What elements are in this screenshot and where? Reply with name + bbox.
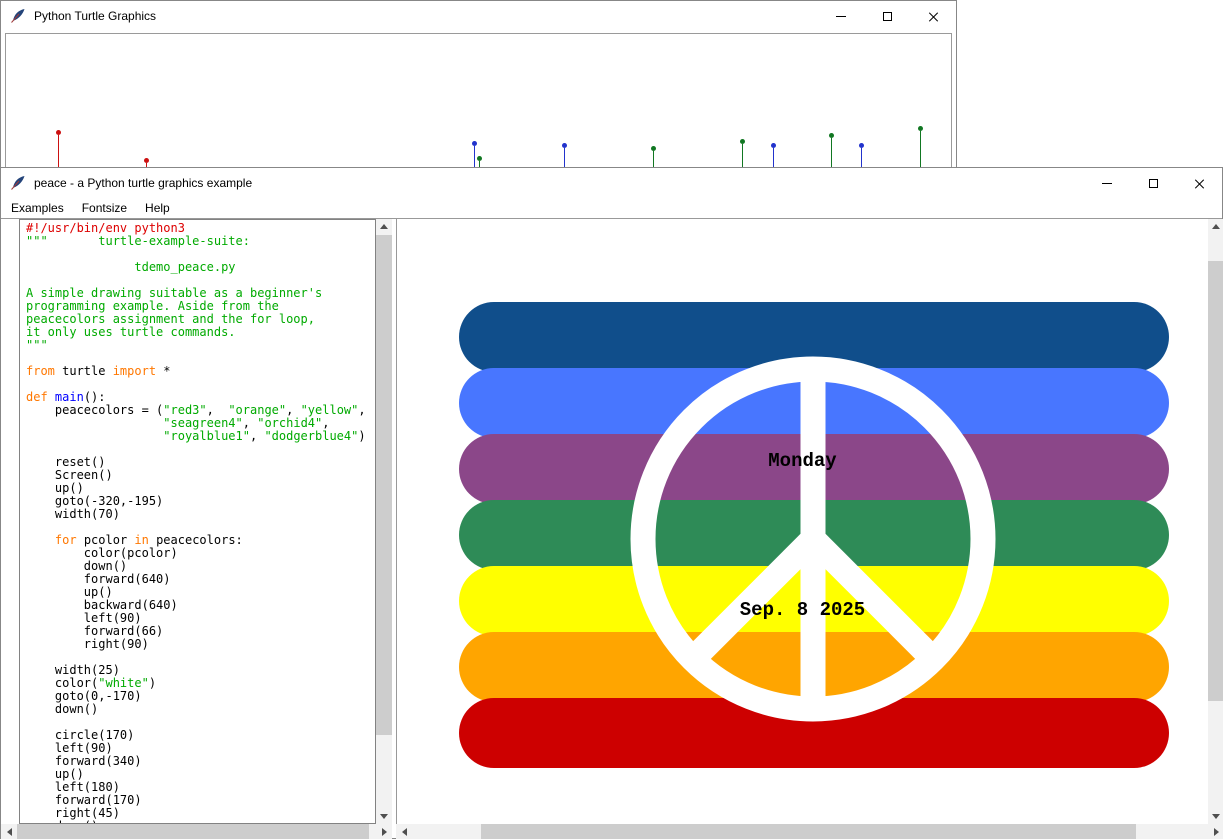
scroll-down-button[interactable] (1208, 809, 1223, 824)
minimize-icon (1102, 183, 1112, 184)
arrow-down-icon (1212, 814, 1220, 819)
arrow-left-icon (402, 828, 407, 836)
fg-close-button[interactable] (1176, 168, 1222, 198)
scroll-left-button[interactable] (396, 824, 412, 839)
menu-fontsize[interactable]: Fontsize (74, 199, 137, 218)
scroll-down-button[interactable] (376, 809, 392, 824)
demo-content: #!/usr/bin/env python3""" turtle-example… (1, 218, 1222, 838)
arrow-up-icon (1212, 224, 1220, 229)
code-line: right(90) (26, 638, 375, 651)
scroll-left-button[interactable] (1, 824, 17, 839)
arrow-right-icon (1214, 828, 1219, 836)
scroll-up-button[interactable] (376, 219, 392, 234)
minimize-icon (836, 16, 846, 17)
code-horizontal-scrollbar[interactable] (1, 824, 392, 839)
maximize-icon (1149, 179, 1158, 188)
bg-window-controls (818, 1, 956, 31)
code-line: "royalblue1", "dodgerblue4") (26, 430, 375, 443)
scroll-up-button[interactable] (1208, 219, 1223, 234)
scrollbar-thumb[interactable] (376, 235, 392, 735)
fg-maximize-button[interactable] (1130, 168, 1176, 198)
bg-maximize-button[interactable] (864, 1, 910, 31)
scrollbar-thumb[interactable] (1208, 261, 1223, 701)
maximize-icon (883, 12, 892, 21)
code-viewer[interactable]: #!/usr/bin/env python3""" turtle-example… (19, 219, 376, 824)
date-label: Sep. 8 2025 (397, 599, 1208, 621)
code-line: tdemo_peace.py (26, 261, 375, 274)
code-text: #!/usr/bin/env python3""" turtle-example… (20, 220, 375, 824)
bg-minimize-button[interactable] (818, 1, 864, 31)
bg-titlebar: Python Turtle Graphics (1, 1, 956, 31)
arrow-down-icon (380, 814, 388, 819)
menubar: Examples Fontsize Help (1, 198, 1222, 218)
tk-feather-icon (10, 8, 26, 24)
canvas-vertical-scrollbar[interactable] (1208, 219, 1223, 824)
arrow-up-icon (380, 224, 388, 229)
peace-window: peace - a Python turtle graphics example… (0, 167, 1223, 839)
scrollbar-thumb[interactable] (481, 824, 1136, 839)
arrow-left-icon (7, 828, 12, 836)
turtle-figure (920, 126, 923, 173)
fg-titlebar: peace - a Python turtle graphics example (1, 168, 1222, 198)
code-line: """ (26, 339, 375, 352)
menu-help[interactable]: Help (137, 199, 180, 218)
code-vertical-scrollbar[interactable] (376, 219, 392, 824)
code-line: it only uses turtle commands. (26, 326, 375, 339)
peace-symbol (397, 219, 1208, 824)
close-icon (1194, 178, 1205, 189)
bg-close-button[interactable] (910, 1, 956, 31)
scroll-right-button[interactable] (1208, 824, 1223, 839)
menu-examples[interactable]: Examples (3, 199, 74, 218)
peace-drawing-canvas[interactable]: Monday Sep. 8 2025 (396, 219, 1208, 824)
code-line: from turtle import * (26, 365, 375, 378)
arrow-right-icon (382, 828, 387, 836)
scrollbar-thumb[interactable] (17, 824, 369, 839)
scroll-right-button[interactable] (376, 824, 392, 839)
close-icon (928, 11, 939, 22)
code-line: width(70) (26, 508, 375, 521)
turtle-figure (58, 130, 61, 171)
fg-window-title: peace - a Python turtle graphics example (34, 176, 252, 190)
bg-window-title: Python Turtle Graphics (34, 9, 156, 23)
canvas-horizontal-scrollbar[interactable] (396, 824, 1223, 839)
code-line: """ turtle-example-suite: (26, 235, 375, 248)
fg-minimize-button[interactable] (1084, 168, 1130, 198)
tk-feather-icon (10, 175, 26, 191)
fg-window-controls (1084, 168, 1222, 198)
code-line: down() (26, 703, 375, 716)
weekday-label: Monday (397, 450, 1208, 472)
